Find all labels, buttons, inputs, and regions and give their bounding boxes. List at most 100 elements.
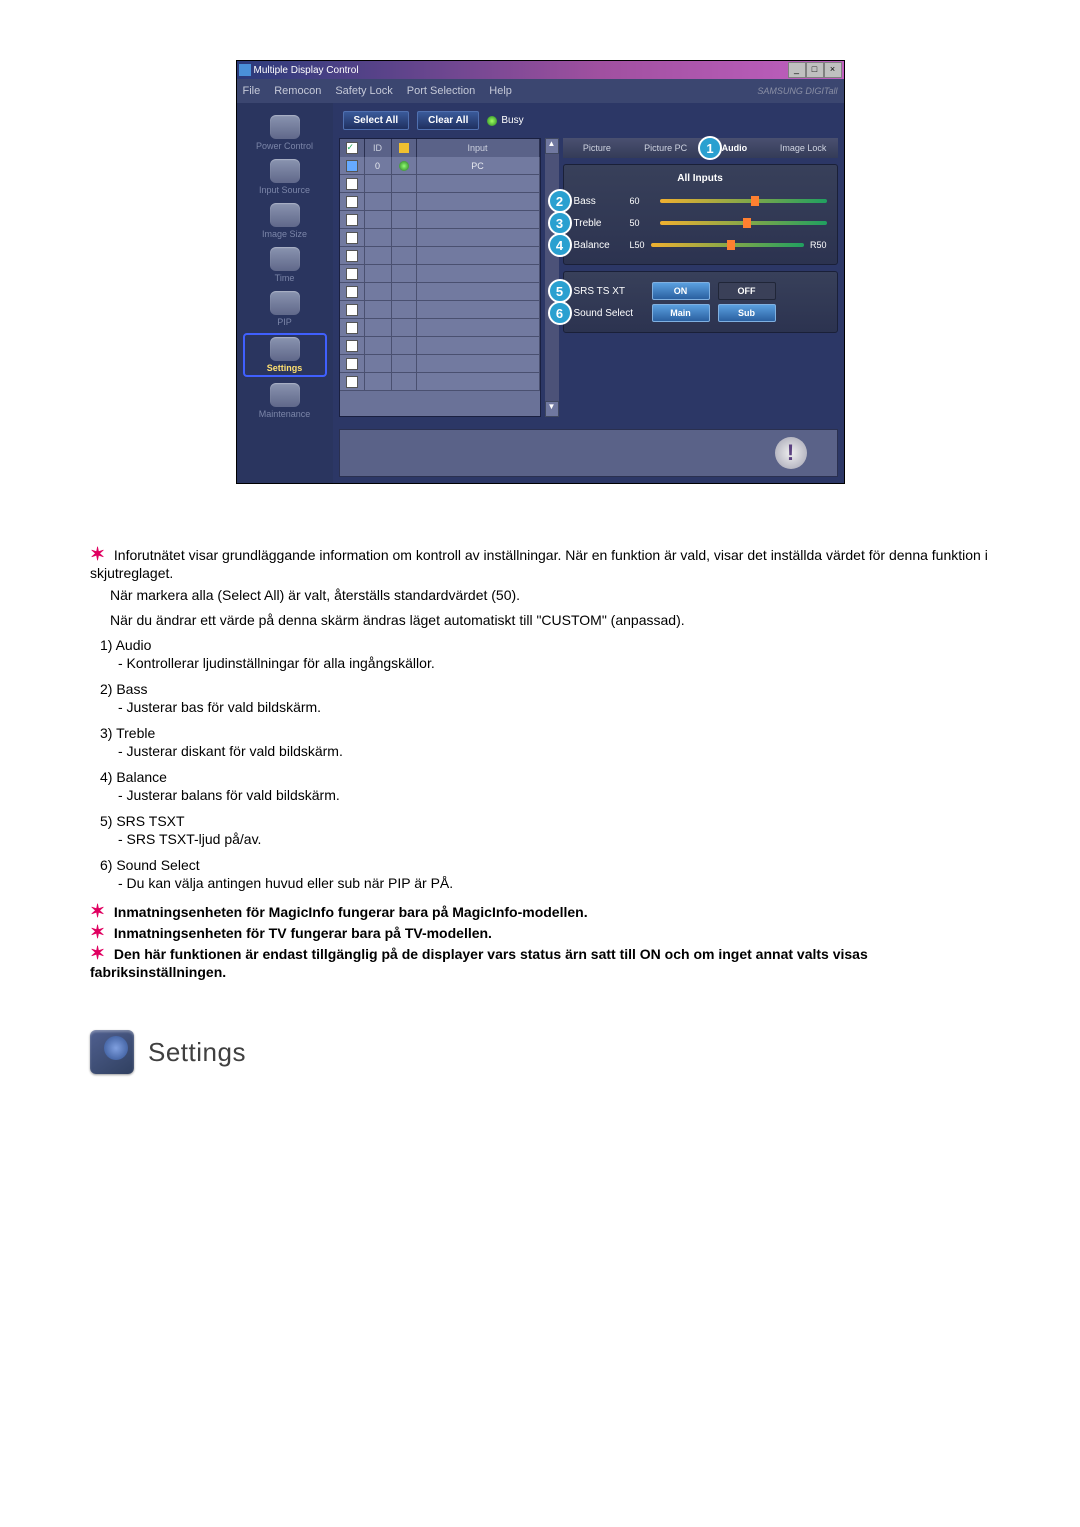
star-icon: ✶ [90, 943, 110, 964]
callout-6: 6 [548, 301, 572, 325]
treble-label: Treble [574, 218, 624, 229]
sidebar-item-power-control[interactable]: Power Control [245, 113, 325, 153]
sidebar-item-pip[interactable]: PIP [245, 289, 325, 329]
table-row[interactable] [340, 211, 540, 229]
titlebar[interactable]: Multiple Display Control _ □ × [237, 61, 844, 79]
maximize-button[interactable]: □ [806, 62, 824, 78]
table-row[interactable] [340, 265, 540, 283]
minimize-button[interactable]: _ [788, 62, 806, 78]
heading-text: Settings [148, 1037, 246, 1068]
menu-file[interactable]: File [243, 85, 261, 97]
row-id [365, 175, 392, 193]
row-checkbox[interactable] [346, 286, 358, 298]
row-input [417, 355, 540, 373]
row-status [392, 211, 417, 229]
row-checkbox[interactable] [346, 268, 358, 280]
menu-remocon[interactable]: Remocon [274, 85, 321, 97]
row-checkbox[interactable] [346, 358, 358, 370]
row-status [392, 229, 417, 247]
row-checkbox[interactable] [346, 160, 358, 172]
table-row[interactable] [340, 373, 540, 391]
select-all-button[interactable]: Select All [343, 111, 410, 130]
sidebar-item-maintenance[interactable]: Maintenance [245, 381, 325, 421]
row-status [392, 337, 417, 355]
section-heading: Settings [90, 1030, 990, 1074]
row-input: PC [417, 157, 540, 175]
tab-picture-pc[interactable]: Picture PC [631, 138, 700, 158]
table-row[interactable]: 0 PC [340, 157, 540, 175]
status-panel: ! [339, 429, 838, 477]
srs-off-button[interactable]: OFF [718, 282, 776, 300]
sound-main-button[interactable]: Main [652, 304, 710, 322]
note-block: ✶ Den här funktionen är endast tillgängl… [90, 943, 990, 980]
row-checkbox[interactable] [346, 322, 358, 334]
grid-header: ID Input [340, 139, 540, 157]
star-icon: ✶ [90, 922, 110, 943]
row-status [392, 247, 417, 265]
checkbox-icon [346, 142, 358, 154]
row-status [392, 355, 417, 373]
row-id: 0 [365, 157, 392, 175]
sound-select-row: 6 Sound Select Main Sub [574, 302, 827, 324]
row-checkbox[interactable] [346, 304, 358, 316]
sidebar-item-image-size[interactable]: Image Size [245, 201, 325, 241]
tab-image-lock[interactable]: Image Lock [769, 138, 838, 158]
row-checkbox[interactable] [346, 340, 358, 352]
sidebar-item-input-source[interactable]: Input Source [245, 157, 325, 197]
balance-slider[interactable] [651, 243, 804, 247]
close-button[interactable]: × [824, 62, 842, 78]
row-input [417, 229, 540, 247]
table-row[interactable] [340, 175, 540, 193]
device-grid[interactable]: ID Input 0 PC [339, 138, 541, 417]
sidebar-item-settings[interactable]: Settings [243, 333, 327, 377]
table-row[interactable] [340, 283, 540, 301]
row-id [365, 247, 392, 265]
scroll-down-button[interactable]: ▼ [545, 401, 559, 417]
row-status [392, 301, 417, 319]
menu-safety-lock[interactable]: Safety Lock [335, 85, 392, 97]
table-row[interactable] [340, 319, 540, 337]
row-input [417, 211, 540, 229]
table-row[interactable] [340, 247, 540, 265]
power-icon [270, 115, 300, 139]
table-row[interactable] [340, 193, 540, 211]
scroll-up-button[interactable]: ▲ [545, 138, 559, 154]
grid-body: 0 PC [340, 157, 540, 416]
busy-label: Busy [501, 115, 523, 126]
table-row[interactable] [340, 229, 540, 247]
document-body: ✶ Inforutnätet visar grundläggande infor… [90, 544, 990, 1074]
row-input [417, 175, 540, 193]
menu-port-selection[interactable]: Port Selection [407, 85, 475, 97]
srs-on-button[interactable]: ON [652, 282, 710, 300]
bass-slider[interactable] [660, 199, 827, 203]
sound-sub-button[interactable]: Sub [718, 304, 776, 322]
row-checkbox[interactable] [346, 178, 358, 190]
row-checkbox[interactable] [346, 376, 358, 388]
row-input [417, 337, 540, 355]
list-heading: 1) Audio [100, 637, 990, 653]
bass-label: Bass [574, 196, 624, 207]
row-input [417, 265, 540, 283]
row-checkbox[interactable] [346, 196, 358, 208]
grid-scrollbar[interactable]: ▲ ▼ [545, 138, 559, 417]
table-row[interactable] [340, 337, 540, 355]
table-row[interactable] [340, 355, 540, 373]
tab-picture[interactable]: Picture [563, 138, 632, 158]
table-row[interactable] [340, 301, 540, 319]
note-text: Inmatningsenheten för TV fungerar bara p… [114, 925, 492, 941]
callout-2: 2 [548, 189, 572, 213]
tab-audio[interactable]: 1 Audio [700, 138, 769, 158]
sidebar-item-time[interactable]: Time [245, 245, 325, 285]
srs-label: SRS TS XT [574, 286, 644, 297]
row-checkbox[interactable] [346, 250, 358, 262]
row-checkbox[interactable] [346, 232, 358, 244]
row-status [392, 265, 417, 283]
clear-all-button[interactable]: Clear All [417, 111, 479, 130]
treble-slider[interactable] [660, 221, 827, 225]
srs-row: 5 SRS TS XT ON OFF [574, 280, 827, 302]
sidebar-item-label: Power Control [256, 141, 313, 151]
menu-help[interactable]: Help [489, 85, 512, 97]
row-checkbox[interactable] [346, 214, 358, 226]
main-area: Select All Clear All Busy ID Input 0 PC [333, 103, 844, 483]
list-heading: 2) Bass [100, 681, 990, 697]
